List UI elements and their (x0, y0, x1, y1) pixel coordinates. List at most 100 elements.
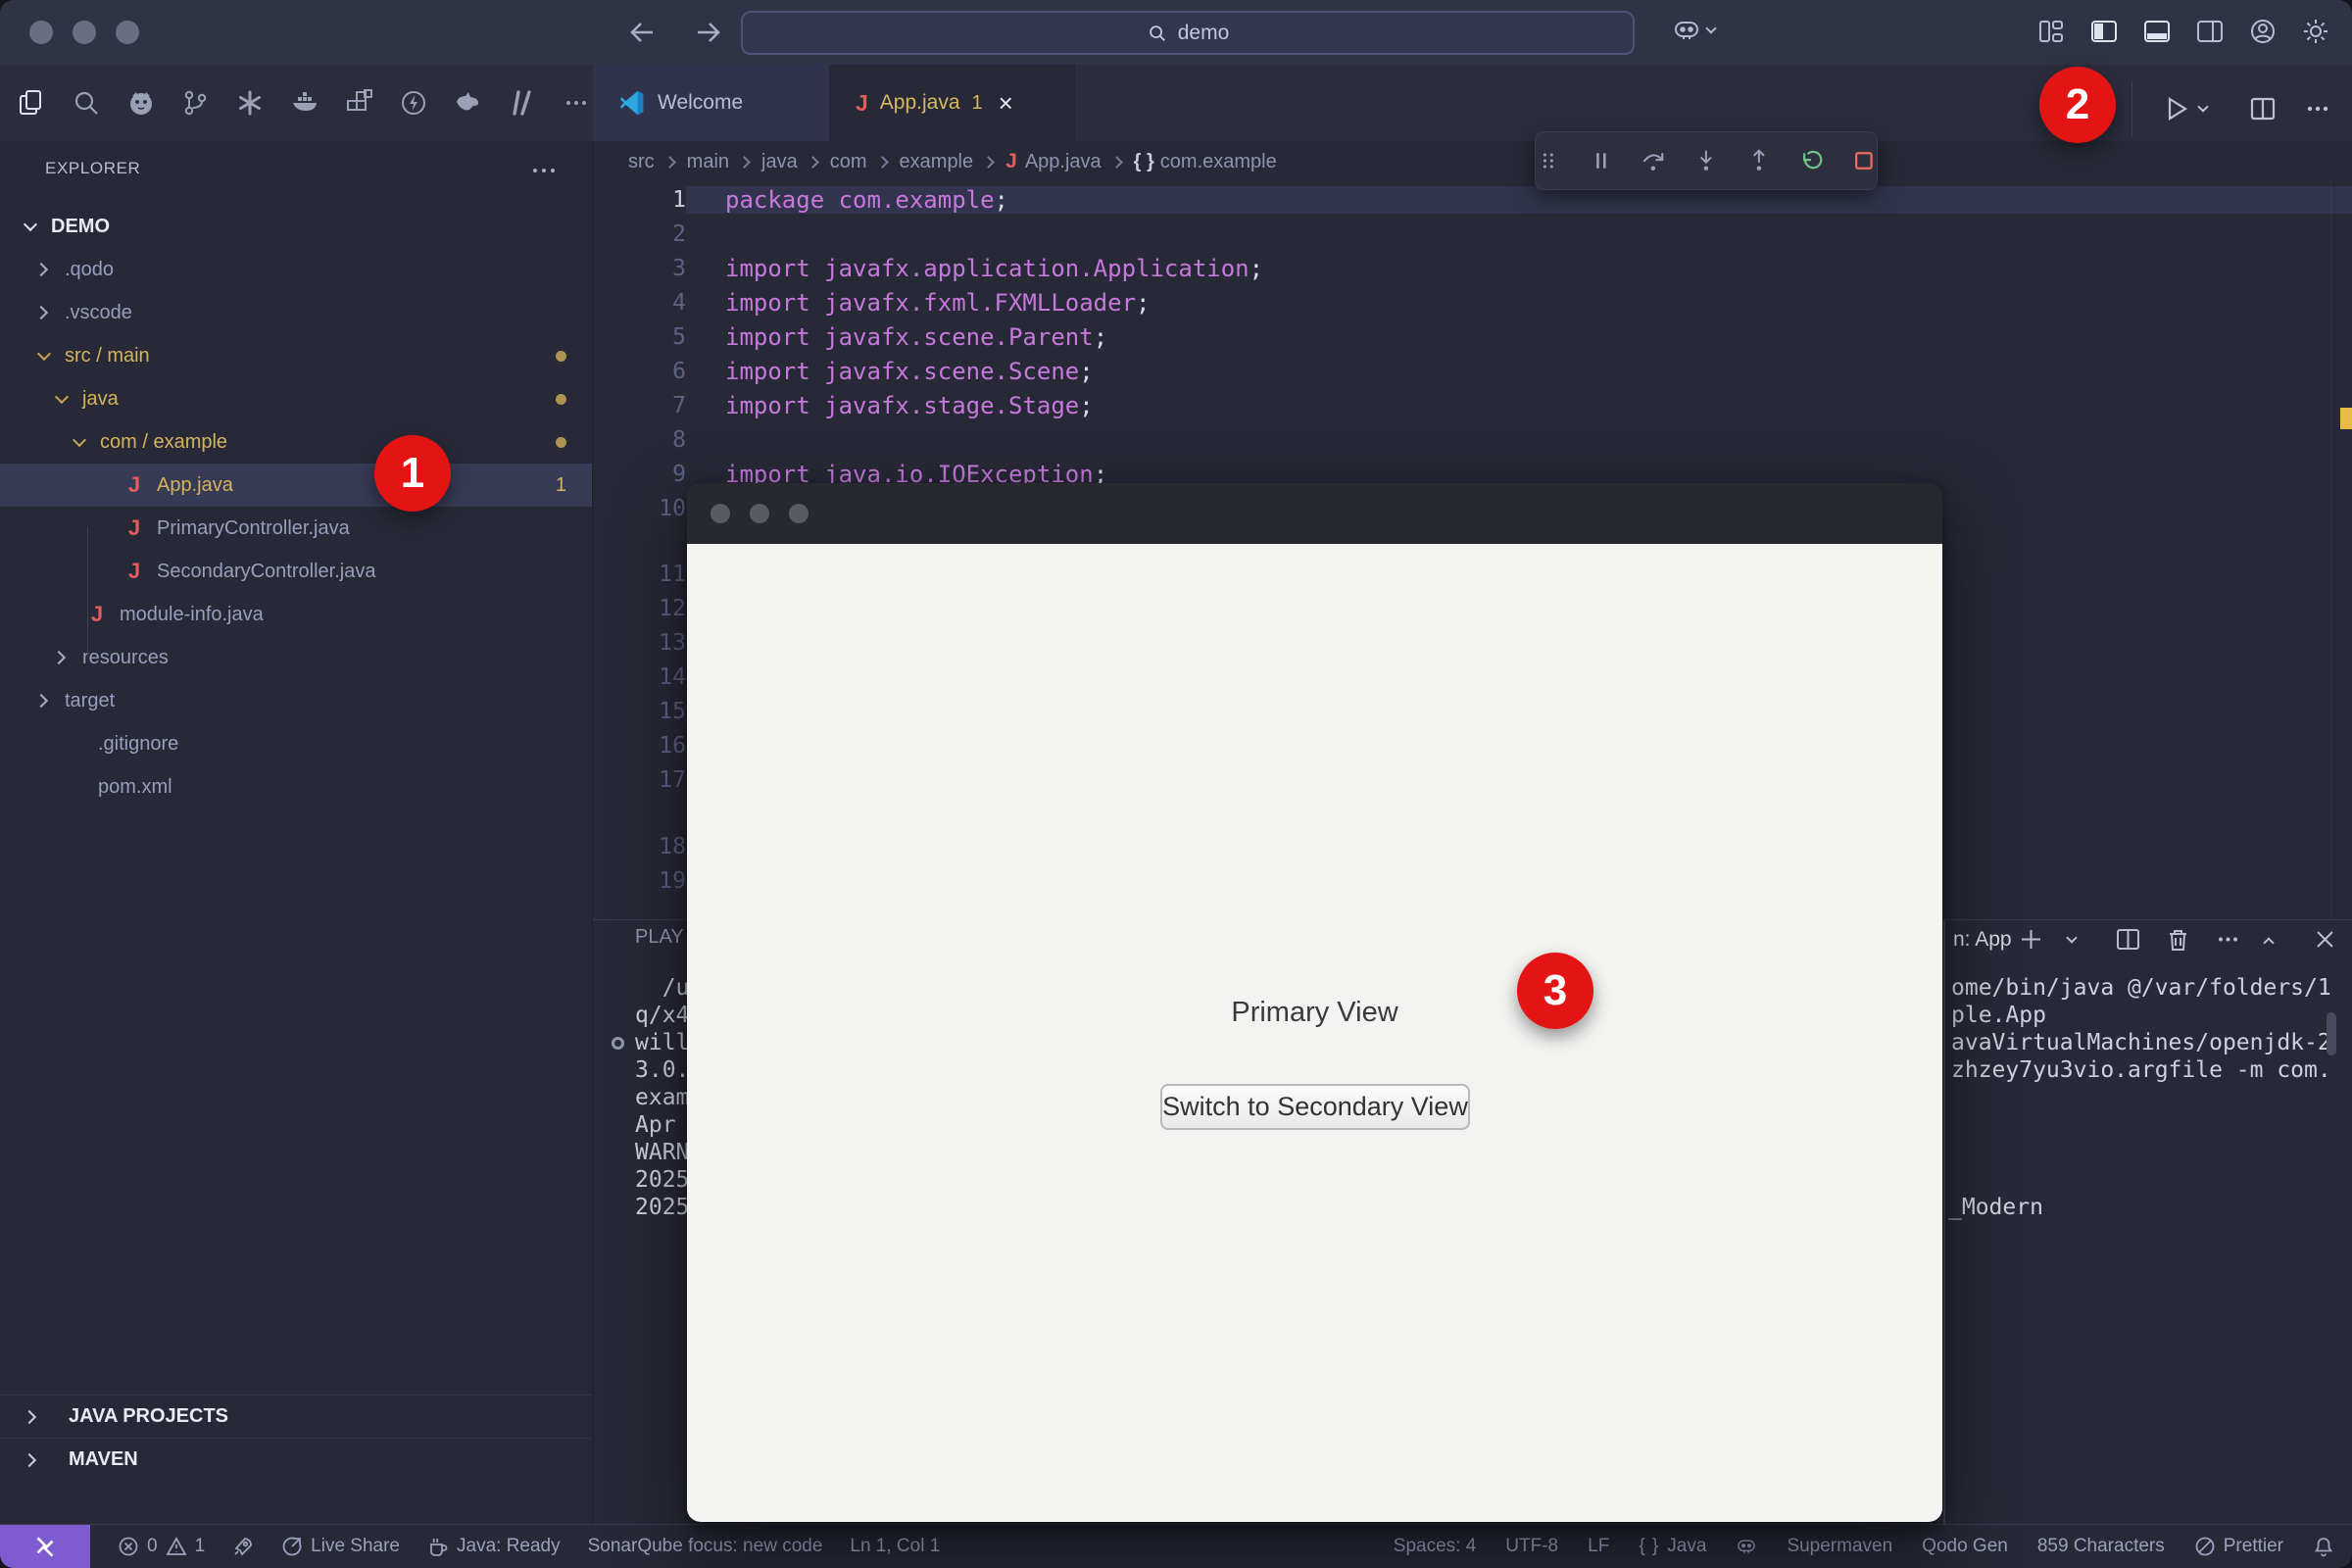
terminal-tab-title[interactable]: n: App (1953, 928, 2012, 952)
supermaven-status[interactable]: Supermaven (1787, 1536, 1892, 1557)
close-panel-icon[interactable] (2312, 926, 2338, 953)
copilot-menu[interactable] (1672, 16, 1731, 45)
language-mode[interactable]: { }Java (1639, 1536, 1706, 1557)
sonarqube-status[interactable]: SonarQube focus: new code (588, 1536, 823, 1557)
code-line[interactable]: 7 import javafx.stage.Stage; (593, 388, 2352, 422)
explorer-more-actions-icon[interactable] (531, 163, 557, 178)
command-center-search[interactable]: demo (741, 11, 1635, 55)
terminal-dropdown-icon[interactable] (2066, 932, 2077, 943)
tree-row[interactable]: J App.java 1 (0, 464, 592, 507)
cursor-position[interactable]: Ln 1, Col 1 (850, 1536, 940, 1557)
notifications-bell[interactable] (2313, 1536, 2334, 1557)
command-decoration-icon[interactable] (612, 1037, 624, 1050)
window-controls[interactable] (29, 21, 139, 44)
indentation-indicator[interactable]: Spaces: 4 (1394, 1536, 1477, 1557)
explorer-icon[interactable] (16, 86, 49, 120)
close-window-icon[interactable] (29, 21, 53, 44)
code-line[interactable]: 8 (593, 422, 2352, 457)
new-terminal-icon[interactable] (2018, 926, 2044, 953)
qodo-icon[interactable] (233, 86, 267, 120)
tree-row[interactable]: target (0, 679, 592, 722)
run-dropdown-icon[interactable] (2197, 101, 2208, 112)
sidebar-section-header[interactable]: JAVA PROJECTS (0, 1395, 592, 1438)
app-window-titlebar[interactable] (687, 483, 1942, 544)
qodo-gen-status[interactable]: Qodo Gen (1922, 1536, 2008, 1557)
toggle-secondary-sidebar-icon[interactable] (2195, 17, 2225, 46)
tree-row[interactable]: .gitignore (0, 722, 592, 765)
account-icon[interactable] (2248, 17, 2278, 46)
roo-code-icon[interactable] (451, 86, 484, 120)
tree-row[interactable]: .qodo (0, 248, 592, 291)
breadcrumb-item[interactable]: main (687, 151, 761, 173)
forward-button[interactable] (688, 13, 727, 52)
close-window-icon[interactable] (710, 504, 730, 523)
panel-split-divider[interactable] (1943, 920, 1945, 1525)
step-out-icon[interactable] (1746, 146, 1772, 175)
toggle-panel-icon[interactable] (2142, 17, 2172, 46)
switch-to-secondary-view-button[interactable]: Switch to Secondary View (1160, 1084, 1470, 1130)
encoding-indicator[interactable]: UTF-8 (1505, 1536, 1558, 1557)
search-view-icon[interactable] (71, 86, 104, 120)
code-line[interactable]: 3 import javafx.application.Application; (593, 251, 2352, 285)
panel-left-title[interactable]: PLAY (635, 926, 684, 949)
pause-icon[interactable] (1589, 146, 1614, 175)
live-server-icon[interactable] (397, 86, 430, 120)
minimize-window-icon[interactable] (750, 504, 769, 523)
remote-indicator[interactable] (0, 1525, 90, 1568)
tree-row[interactable]: .vscode (0, 291, 592, 334)
tree-row[interactable]: resources (0, 636, 592, 679)
tree-row[interactable]: J module-info.java (0, 593, 592, 636)
tree-row[interactable]: J PrimaryController.java (0, 507, 592, 550)
code-line[interactable]: 2 (593, 217, 2352, 251)
minimize-window-icon[interactable] (73, 21, 96, 44)
more-actions-icon[interactable] (2303, 94, 2332, 123)
split-terminal-icon[interactable] (2115, 926, 2141, 953)
breadcrumb-item[interactable]: com (830, 151, 900, 173)
extensions-icon[interactable] (342, 86, 375, 120)
restart-icon[interactable] (1799, 146, 1825, 175)
tree-row[interactable]: J SecondaryController.java (0, 550, 592, 593)
copilot-status[interactable] (1736, 1536, 1757, 1557)
breadcrumb-item[interactable]: example (900, 151, 1006, 173)
tree-row[interactable]: src / main (0, 334, 592, 377)
code-line[interactable]: 5 import javafx.scene.Parent; (593, 319, 2352, 354)
step-into-icon[interactable] (1693, 146, 1719, 175)
run-java-button[interactable] (2162, 94, 2223, 123)
settings-gear-icon[interactable] (2301, 17, 2330, 46)
code-line[interactable]: 1 package com.example; (593, 182, 2352, 217)
maximize-panel-icon[interactable] (2263, 937, 2274, 948)
source-control-icon[interactable] (179, 86, 213, 120)
eol-indicator[interactable]: LF (1588, 1536, 1609, 1557)
maximize-window-icon[interactable] (116, 21, 139, 44)
split-editor-icon[interactable] (2248, 94, 2278, 123)
close-tab-icon[interactable]: × (999, 88, 1013, 119)
scrollbar-thumb[interactable] (2327, 1012, 2336, 1055)
supermaven-view-icon[interactable] (506, 86, 539, 120)
sidebar-section-header[interactable]: MAVEN (0, 1438, 592, 1481)
terminal-output-right[interactable]: ome/bin/java @/var/folders/1ple.AppavaVi… (1951, 975, 2331, 1085)
customize-layout-icon[interactable] (2036, 17, 2066, 46)
stop-icon[interactable] (1851, 146, 1877, 175)
tree-row[interactable]: pom.xml (0, 765, 592, 808)
breadcrumb-item[interactable]: java (761, 151, 830, 173)
tree-row[interactable]: DEMO (0, 205, 592, 248)
breadcrumb-item[interactable]: src (628, 151, 687, 173)
java-status[interactable]: Java: Ready (427, 1536, 561, 1557)
tree-row[interactable]: java (0, 377, 592, 420)
tree-row[interactable]: com / example (0, 420, 592, 464)
breadcrumb-symbol[interactable]: com.example (1160, 151, 1277, 173)
more-views-icon[interactable] (560, 86, 593, 120)
breadcrumb[interactable]: srcmainjavacomexample J App.java { } com… (593, 141, 2352, 182)
maximize-window-icon[interactable] (789, 504, 808, 523)
docker-icon[interactable] (288, 86, 321, 120)
breadcrumb-file[interactable]: J App.java (1005, 150, 1102, 173)
problems-indicator[interactable]: 0 1 (118, 1536, 205, 1557)
terminal-more-icon[interactable] (2215, 926, 2241, 953)
back-button[interactable] (623, 13, 662, 52)
launch-indicator[interactable] (232, 1536, 254, 1557)
toggle-primary-sidebar-icon[interactable] (2089, 17, 2119, 46)
tab-welcome[interactable]: Welcome (593, 65, 830, 141)
github-icon[interactable] (124, 86, 158, 120)
step-over-icon[interactable] (1641, 146, 1666, 175)
code-line[interactable]: 4 import javafx.fxml.FXMLLoader; (593, 285, 2352, 319)
